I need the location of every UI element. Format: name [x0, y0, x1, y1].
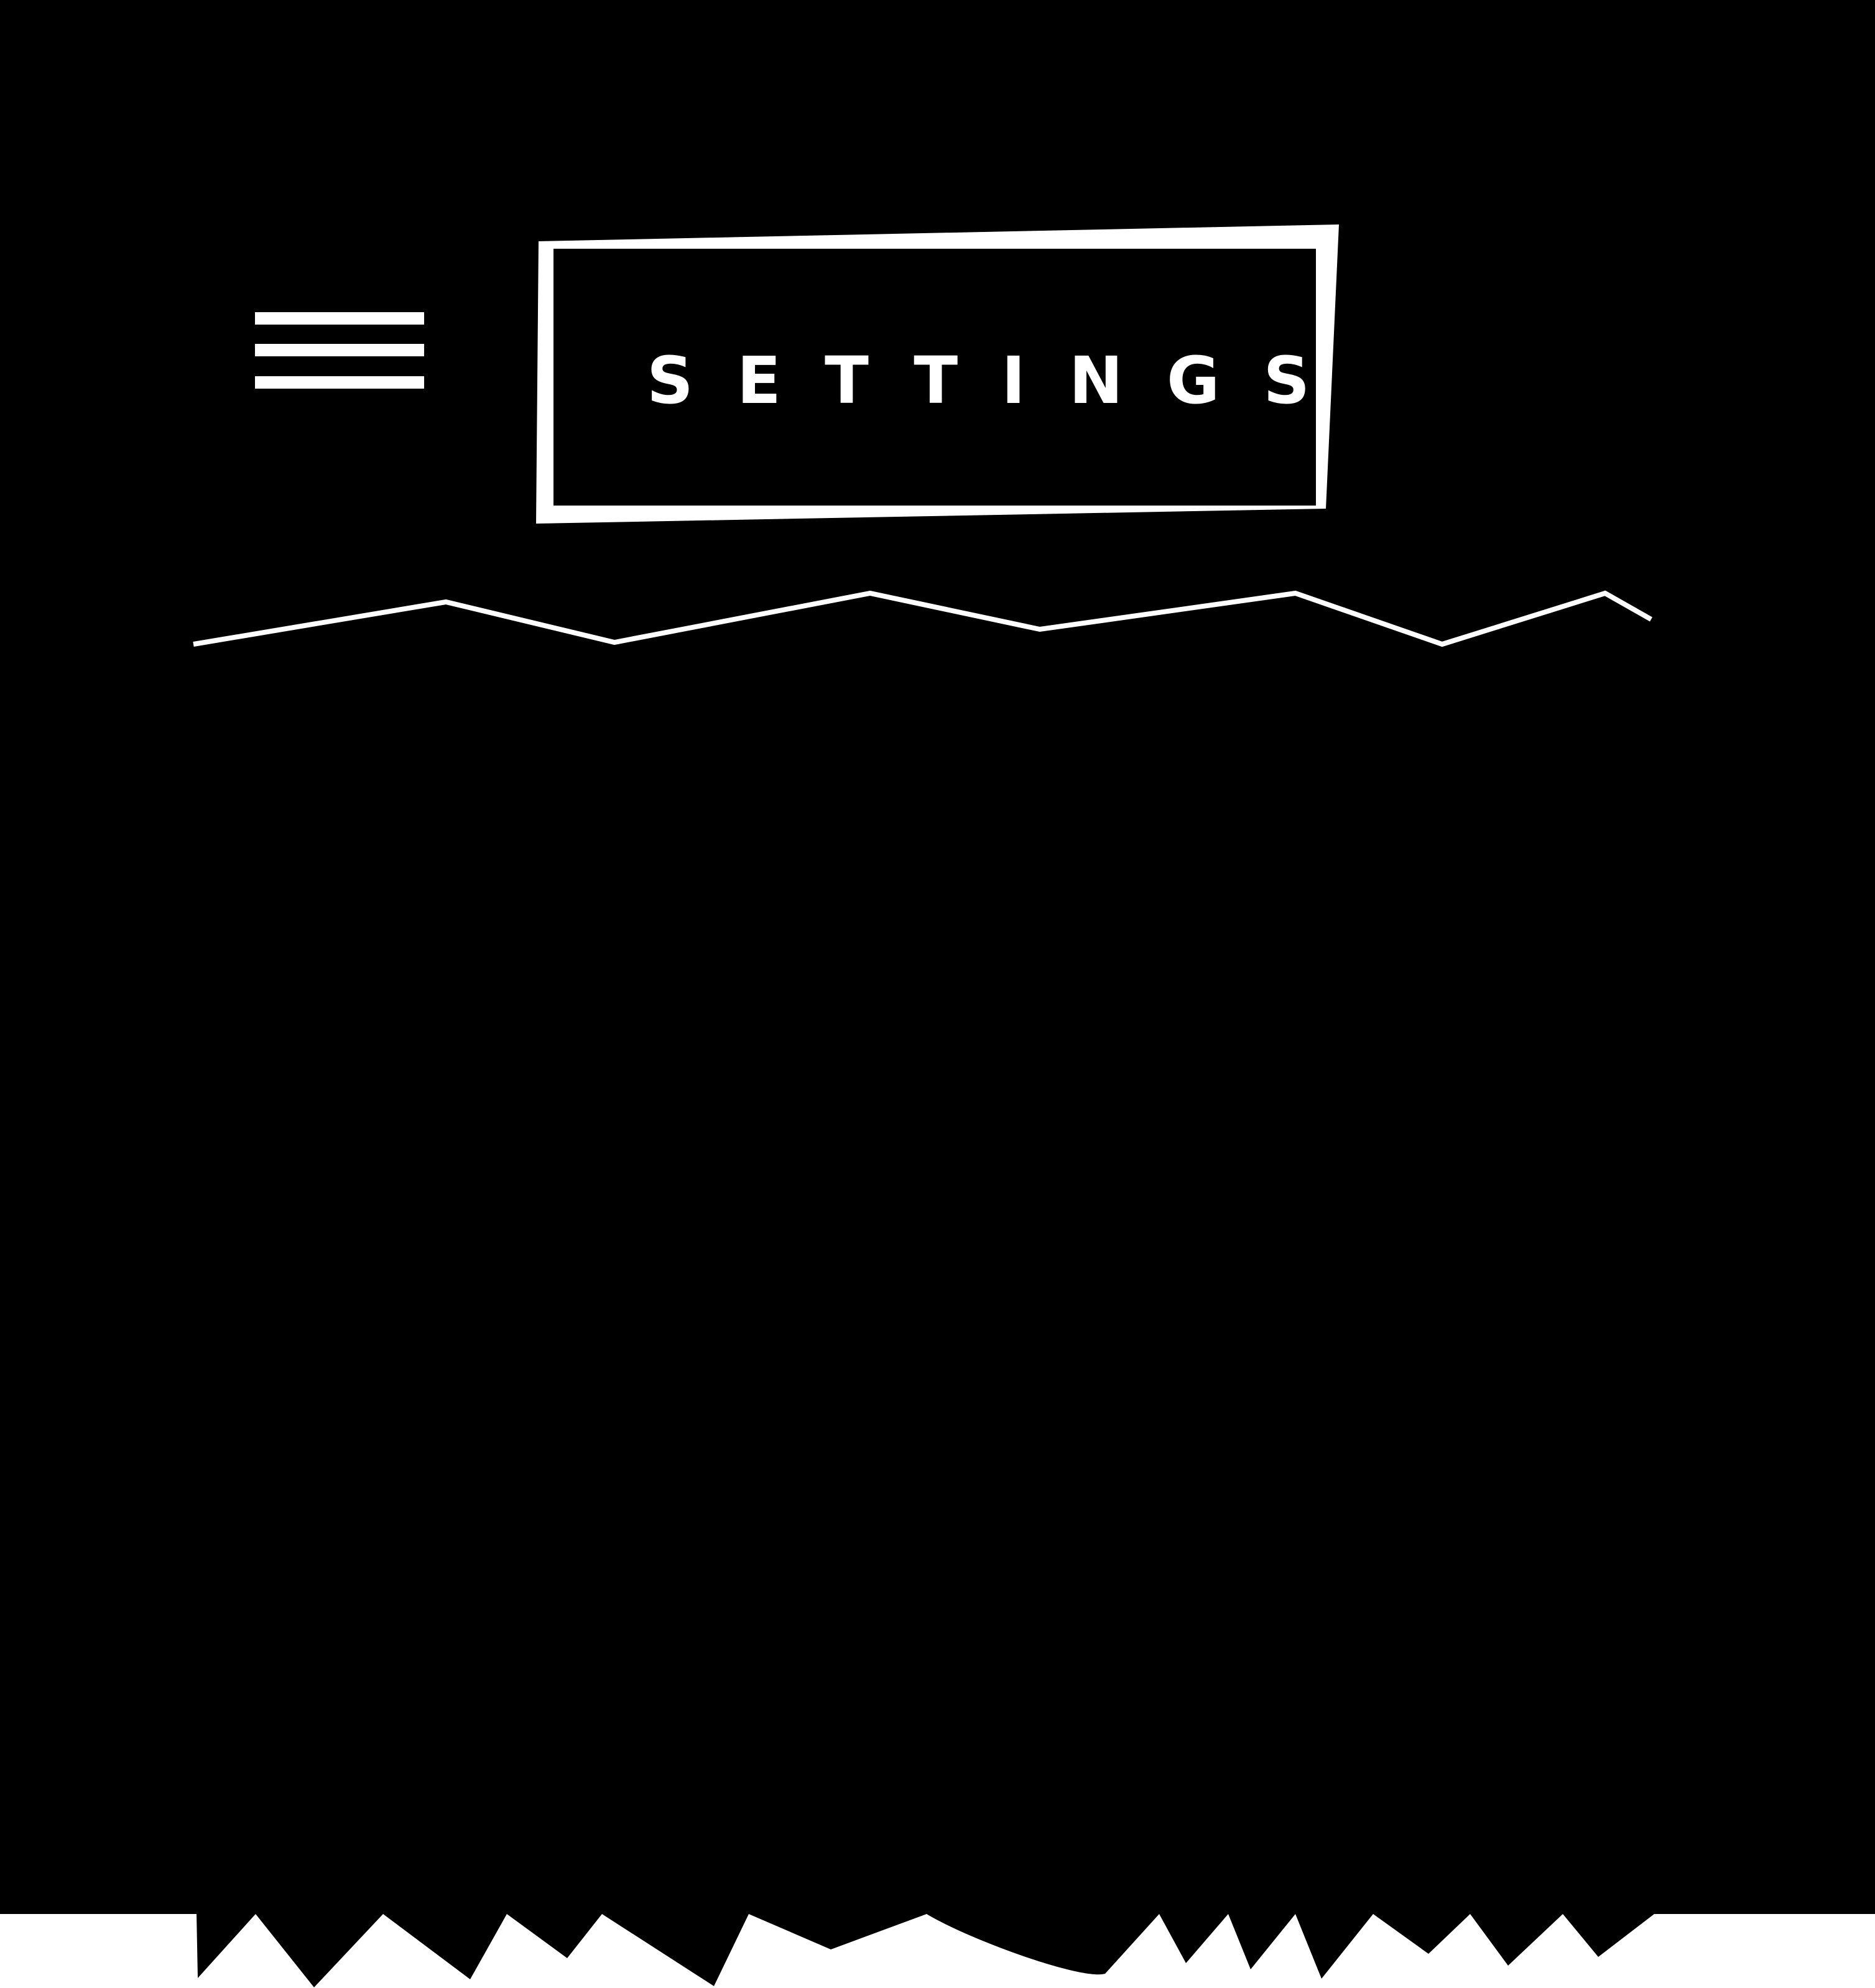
background-panel — [0, 0, 1875, 1987]
settings-screen: SETTINGS — [0, 0, 1875, 1987]
page-title: SETTINGS — [647, 343, 1353, 418]
menu-icon-bar — [255, 376, 424, 389]
menu-icon-bar — [255, 312, 424, 325]
menu-icon-bar — [255, 344, 424, 356]
